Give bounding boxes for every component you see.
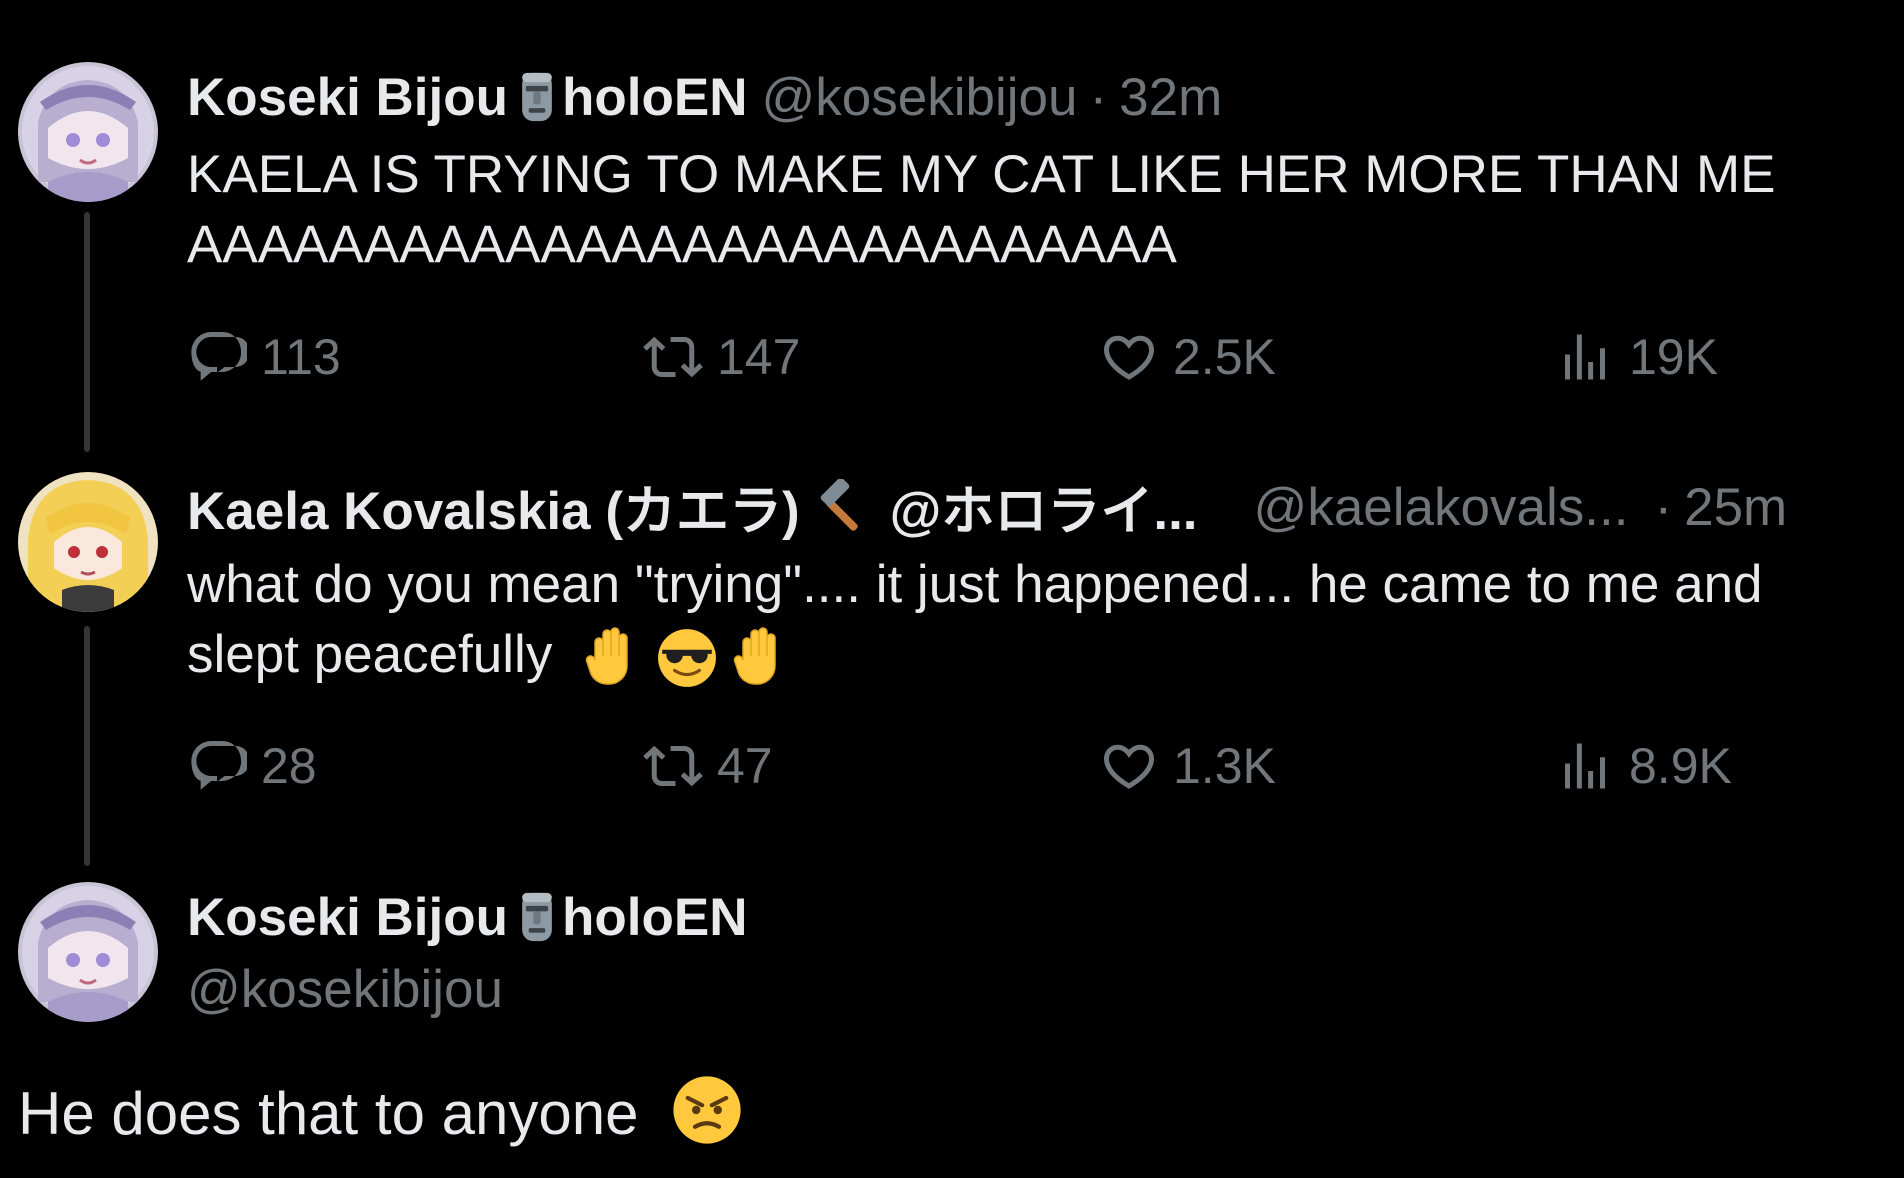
- tweet-1-views-button[interactable]: 19K: [1555, 322, 1718, 392]
- tweet-1-header: Koseki Bijou holoEN @kosekibijou · 32m: [187, 62, 1222, 132]
- tweet-1-repost-count: 147: [717, 329, 801, 385]
- tweet-1-like-count: 2.5K: [1173, 329, 1276, 385]
- heart-icon: [1099, 327, 1159, 387]
- tweet-2-text-line-2: slept peacefully: [187, 625, 553, 684]
- main-tweet-text: He does that to anyone: [18, 1074, 743, 1154]
- avatar-koseki-bijou-main[interactable]: [18, 882, 158, 1022]
- views-icon: [1555, 736, 1615, 796]
- tweet-1-reply-count: 113: [261, 329, 341, 385]
- tweet-1-time[interactable]: 32m: [1119, 67, 1222, 128]
- tweet-1-repost-button[interactable]: 147: [643, 322, 800, 392]
- tweet-2-like-count: 1.3K: [1173, 738, 1276, 794]
- tweet-1-text-line-1: KAELA IS TRYING TO MAKE MY CAT LIKE HER …: [187, 145, 1776, 204]
- avatar-koseki-bijou[interactable]: [18, 62, 158, 202]
- heart-icon: [1099, 736, 1159, 796]
- tweet-2-views-button[interactable]: 8.9K: [1555, 731, 1732, 801]
- tweet-1-separator: ·: [1089, 67, 1108, 127]
- avatar-kaela-kovalskia[interactable]: [18, 472, 158, 612]
- main-tweet-display-name[interactable]: Koseki Bijou: [187, 887, 508, 948]
- sunglasses-icon: [656, 627, 718, 689]
- tweet-1-like-button[interactable]: 2.5K: [1099, 322, 1276, 392]
- tweet-1-display-name[interactable]: Koseki Bijou: [187, 67, 508, 128]
- repost-icon: [643, 736, 703, 796]
- tweet-2-text-line-1: what do you mean "trying".... it just ha…: [187, 555, 1763, 614]
- tweet-2-like-button[interactable]: 1.3K: [1099, 731, 1276, 801]
- angry-face-icon: [671, 1074, 743, 1146]
- thread-line-1: [84, 212, 90, 452]
- main-tweet-handle-row: @kosekibijou: [187, 954, 503, 1024]
- tweet-2-time[interactable]: 25m: [1684, 477, 1787, 538]
- tweet-2-text-line-2-row: slept peacefully: [187, 620, 1763, 690]
- raised-hand-icon: [733, 626, 789, 690]
- main-tweet-name-suffix[interactable]: holoEN: [562, 887, 747, 948]
- reply-icon: [187, 736, 247, 796]
- tweet-2-reply-count: 28: [261, 738, 317, 794]
- tweet-2-display-name[interactable]: Kaela Kovalskia (カエラ): [187, 469, 800, 545]
- tweet-2-repost-count: 47: [717, 738, 773, 794]
- moai-icon: [518, 71, 556, 123]
- repost-icon: [643, 327, 703, 387]
- thread-line-2: [84, 626, 90, 866]
- hammer-icon: [816, 479, 872, 535]
- views-icon: [1555, 327, 1615, 387]
- tweet-1-views-count: 19K: [1629, 329, 1718, 385]
- tweet-2-actions: 28 47 1.3K 8.9K: [187, 731, 1887, 801]
- tweet-2-separator: ·: [1654, 477, 1673, 537]
- moai-icon: [518, 891, 556, 943]
- tweet-2-text: what do you mean "trying".... it just ha…: [187, 550, 1763, 690]
- tweet-2-views-count: 8.9K: [1629, 738, 1732, 794]
- main-tweet-text-content: He does that to anyone: [18, 1080, 639, 1147]
- tweet-2-handle[interactable]: @kaelakovals...: [1254, 477, 1629, 538]
- main-tweet-handle[interactable]: @kosekibijou: [187, 959, 503, 1020]
- tweet-1-handle[interactable]: @kosekibijou: [762, 67, 1078, 128]
- main-tweet-header: Koseki Bijou holoEN: [187, 882, 748, 952]
- tweet-1-text: KAELA IS TRYING TO MAKE MY CAT LIKE HER …: [187, 140, 1775, 280]
- tweet-1-name-suffix[interactable]: holoEN: [562, 67, 747, 128]
- tweet-2-header: Kaela Kovalskia (カエラ) @ホロライ... @kaelakov…: [187, 472, 1787, 542]
- tweet-2-repost-button[interactable]: 47: [643, 731, 773, 801]
- reply-icon: [187, 327, 247, 387]
- tweet-1-text-line-2: AAAAAAAAAAAAAAAAAAAAAAAAAAAA: [187, 215, 1177, 274]
- tweet-1-reply-button[interactable]: 113: [187, 322, 341, 392]
- tweet-1-actions: 113 147 2.5K 19K: [187, 322, 1887, 392]
- tweet-2-name-suffix[interactable]: @ホロライ...: [890, 469, 1198, 545]
- tweet-2-reply-button[interactable]: 28: [187, 731, 317, 801]
- raised-hand-icon: [585, 626, 641, 690]
